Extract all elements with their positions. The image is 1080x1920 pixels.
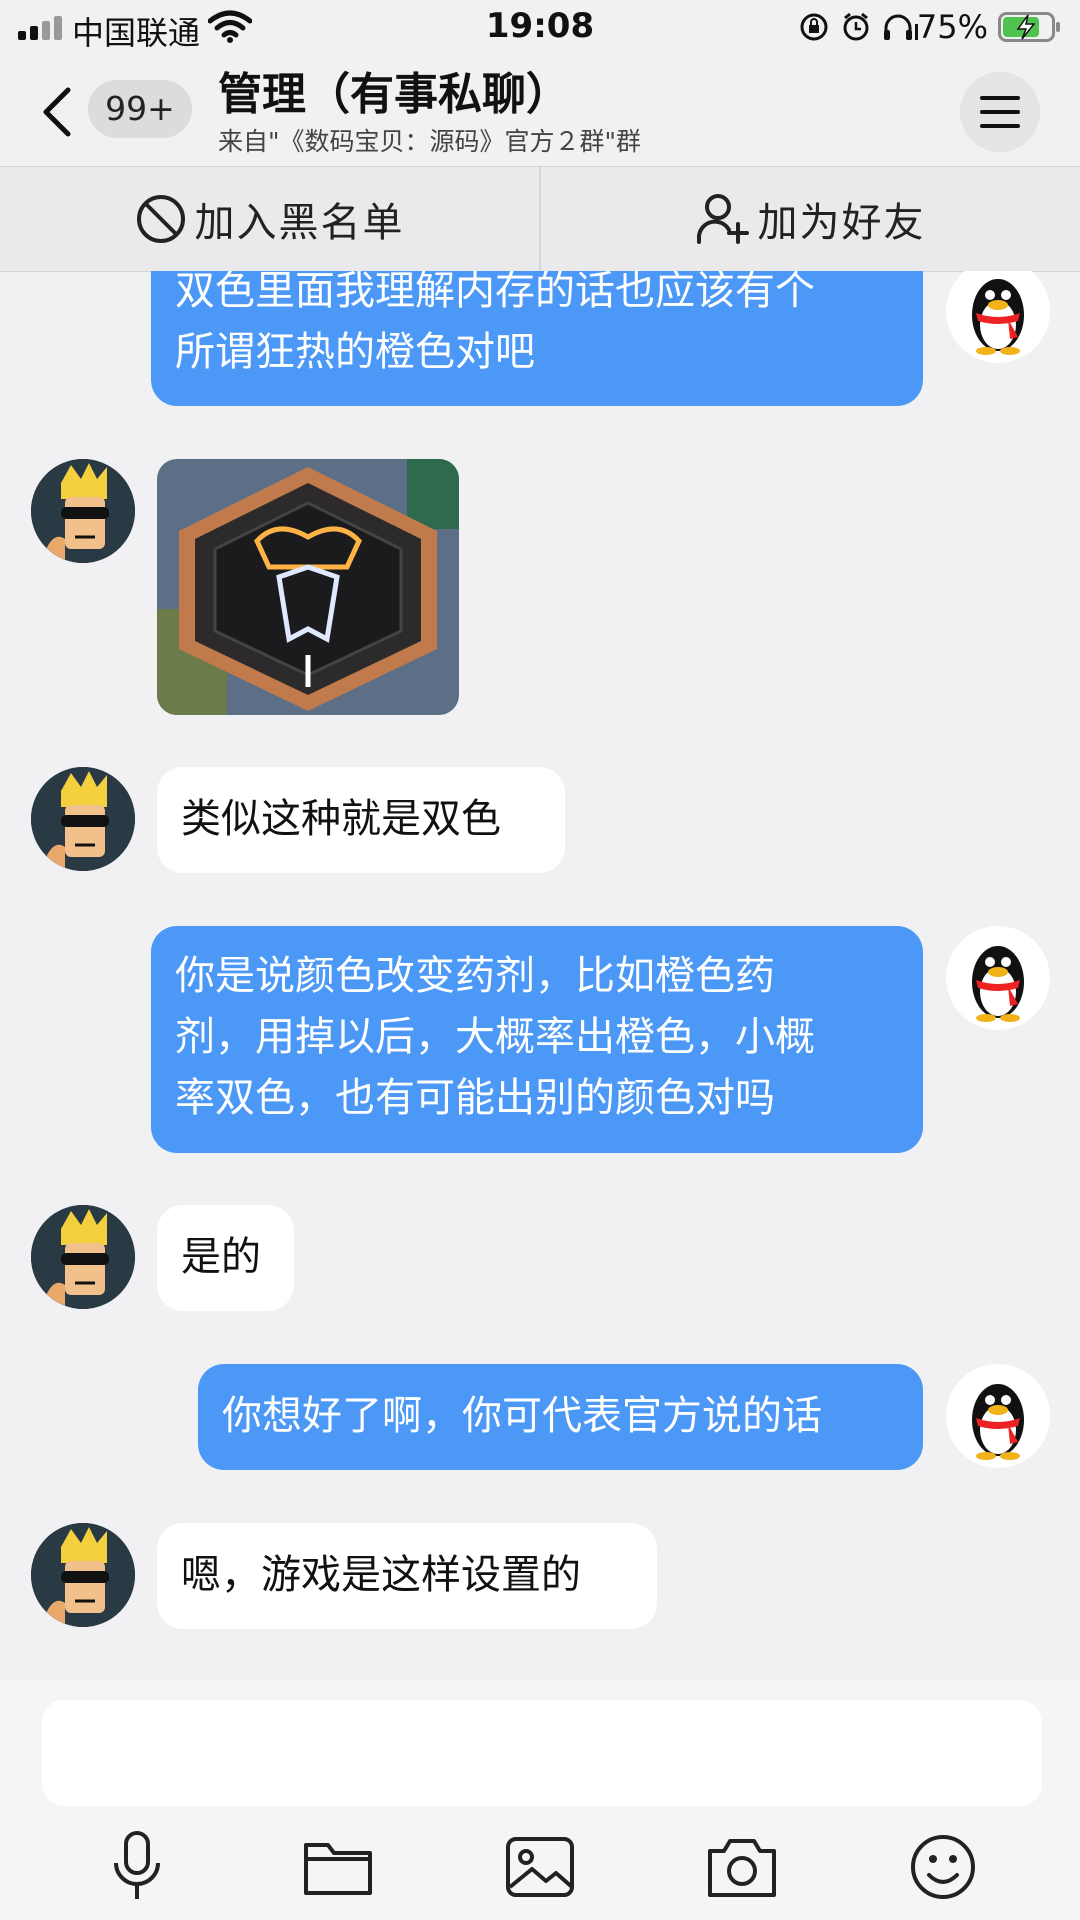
block-icon: [136, 195, 185, 243]
hamburger-icon: [980, 96, 1020, 128]
block-button[interactable]: 加入黑名单: [0, 167, 539, 271]
composer: [0, 1679, 1080, 1920]
menu-button[interactable]: [960, 72, 1040, 152]
cartoon-face-icon: [31, 1205, 135, 1309]
message-line: 是的: [181, 1234, 261, 1280]
penguin-icon: [972, 279, 1024, 355]
hexagon-emblem-image: [157, 459, 459, 715]
cartoon-face-icon: [31, 1523, 135, 1627]
message-input[interactable]: [42, 1700, 1042, 1806]
outgoing-message-bubble[interactable]: 你是说颜色改变药剂，比如橙色药 剂，用掉以后，大概率出橙色，小概 率双色，也有可…: [151, 926, 923, 1153]
add-friend-button[interactable]: 加为好友: [541, 167, 1080, 271]
battery-percent: 75%: [916, 8, 988, 46]
my-avatar[interactable]: [946, 271, 1050, 363]
headphones-icon: [884, 14, 918, 40]
image-icon[interactable]: [502, 1829, 578, 1905]
battery-charging-icon: [998, 12, 1060, 42]
chat-header: 99+ 管理（有事私聊） 来自"《数码宝贝：源码》官方２群"群: [0, 56, 1080, 166]
folder-icon[interactable]: [300, 1829, 376, 1905]
unread-badge[interactable]: 99+: [88, 80, 192, 138]
message-line: 率双色，也有可能出别的颜色对吗: [175, 1075, 775, 1121]
status-bar: 中国联通 19:08 75%: [0, 0, 1080, 56]
add-friend-label: 加为好友: [757, 200, 926, 246]
message-line: 类似这种就是双色: [181, 796, 501, 842]
page-title: 管理（有事私聊）: [218, 69, 570, 120]
rotation-lock-icon: [800, 13, 828, 41]
message-line: 所谓狂热的橙色对吧: [175, 329, 535, 375]
back-button[interactable]: [38, 84, 78, 140]
penguin-icon: [972, 1384, 1024, 1460]
message-line: 你是说颜色改变药剂，比如橙色药: [175, 953, 775, 999]
message-list[interactable]: 双色里面我理解内存的话也应该有个 所谓狂热的橙色对吧 类似这种就是双色 你是说颜…: [0, 271, 1080, 1679]
incoming-message-bubble[interactable]: 是的: [157, 1205, 294, 1311]
my-avatar[interactable]: [946, 926, 1050, 1030]
my-avatar[interactable]: [946, 1364, 1050, 1468]
penguin-icon: [972, 946, 1024, 1022]
message-line: 剂，用掉以后，大概率出橙色，小概: [175, 1014, 815, 1060]
sender-avatar[interactable]: [31, 1523, 135, 1627]
incoming-message-bubble[interactable]: 类似这种就是双色: [157, 767, 565, 873]
shared-image[interactable]: [157, 459, 459, 715]
emoji-icon[interactable]: [905, 1829, 981, 1905]
sender-avatar[interactable]: [31, 459, 135, 563]
message-line: 嗯，游戏是这样设置的: [181, 1552, 581, 1598]
cartoon-face-icon: [31, 459, 135, 563]
message-line: 你想好了啊，你可代表官方说的话: [222, 1393, 822, 1439]
alarm-icon: [843, 12, 869, 41]
cartoon-face-icon: [31, 767, 135, 871]
page-subtitle: 来自"《数码宝贝：源码》官方２群"群: [218, 127, 641, 156]
outgoing-message-bubble[interactable]: 你想好了啊，你可代表官方说的话: [198, 1364, 923, 1470]
sender-avatar[interactable]: [31, 767, 135, 871]
sender-avatar[interactable]: [31, 1205, 135, 1309]
block-label: 加入黑名单: [194, 200, 405, 246]
microphone-icon[interactable]: [99, 1829, 175, 1905]
camera-icon[interactable]: [704, 1829, 780, 1905]
incoming-message-bubble[interactable]: 嗯，游戏是这样设置的: [157, 1523, 657, 1629]
action-bar: 加入黑名单 加为好友: [0, 166, 1080, 272]
message-line: 双色里面我理解内存的话也应该有个: [175, 271, 815, 314]
add-user-icon: [696, 194, 749, 244]
status-icons: [800, 12, 918, 41]
outgoing-message-bubble[interactable]: 双色里面我理解内存的话也应该有个 所谓狂热的橙色对吧: [151, 271, 923, 406]
